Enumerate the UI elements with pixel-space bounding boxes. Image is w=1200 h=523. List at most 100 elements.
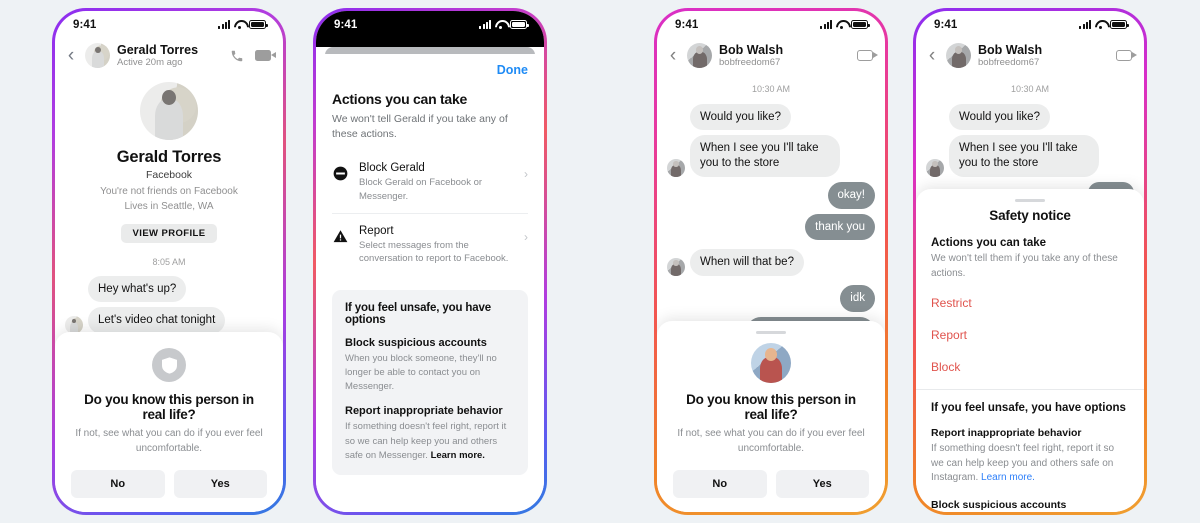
message-row: okay! [667, 181, 875, 209]
sheet-title: Safety notice [989, 208, 1071, 223]
video-camera-outline-icon[interactable] [857, 50, 878, 62]
status-bar-time: 9:41 [334, 18, 358, 31]
status-bar-filler [316, 38, 544, 47]
phone-frame-2: 9:41 Done Actions you can take We won't … [313, 8, 547, 515]
action-title: Report [359, 225, 394, 238]
contact-name: Bob Walsh [978, 43, 1043, 57]
message-bubble: Hey what's up? [88, 275, 187, 303]
section-intro: We won't tell them if you take any of th… [931, 253, 1118, 279]
battery-icon [510, 20, 529, 29]
message-row: Let's video chat tonight [65, 307, 273, 335]
avatar[interactable] [687, 43, 712, 69]
avatar[interactable] [946, 43, 971, 69]
wifi-icon [1095, 20, 1106, 29]
phone-frame-4: 9:41 ‹ Bob Walsh bobfreedom67 10:30 AM W… [913, 8, 1147, 515]
action-title: Block Gerald [359, 162, 425, 175]
action-row-block[interactable]: Block Gerald Block Gerald on Facebook or… [332, 151, 528, 215]
sheet-grabber[interactable] [756, 331, 786, 334]
no-button[interactable]: No [673, 470, 767, 498]
profile-location: Lives in Seattle, WA [124, 201, 214, 213]
view-profile-button[interactable]: VIEW PROFILE [120, 223, 218, 243]
chat-header-1: ‹ Gerald Torres Active 20m ago [55, 38, 283, 76]
contact-name: Bob Walsh [719, 43, 784, 57]
yes-button[interactable]: Yes [775, 470, 869, 498]
message-bubble: okay! [827, 181, 875, 209]
phone-screen-3: 9:41 ‹ Bob Walsh bobfreedom67 10:30 AM W… [657, 11, 885, 512]
modal-toolbar: Done [332, 54, 528, 79]
message-bubble: Would you like? [949, 103, 1050, 131]
message-bubble: thank you [805, 213, 875, 241]
report-action[interactable]: Report [931, 319, 1129, 351]
restrict-action[interactable]: Restrict [931, 287, 1129, 319]
phone-screen-4: 9:41 ‹ Bob Walsh bobfreedom67 10:30 AM W… [916, 11, 1144, 512]
phone-screen-1: 9:41 ‹ Gerald Torres Active 20m ago Gera… [55, 11, 283, 512]
phone-frame-3: 9:41 ‹ Bob Walsh bobfreedom67 10:30 AM W… [654, 8, 888, 515]
contact-status: Active 20m ago [117, 57, 183, 69]
learn-more-link[interactable]: Learn more. [981, 472, 1035, 483]
dimmed-chat-content-4: 9:41 ‹ Bob Walsh bobfreedom67 10:30 AM W… [916, 11, 1144, 217]
note-item-body: When you block someone, they'll no longe… [345, 352, 497, 393]
option-title: Report inappropriate behavior [931, 427, 1082, 439]
modal-intro: We won't tell Gerald if you take any of … [332, 113, 508, 141]
status-bar-indicators [1079, 20, 1129, 29]
sheet-title: Do you know this person in real life? [84, 392, 254, 422]
note-heading: If you feel unsafe, you have options [345, 301, 491, 326]
message-timestamp-3: 10:30 AM [751, 83, 791, 94]
safety-action-list: Restrict Report Block [931, 287, 1129, 383]
wifi-icon [495, 20, 506, 29]
message-row: When I see you I'll take you to the stor… [926, 135, 1134, 177]
profile-network: Facebook [145, 168, 193, 181]
signal-bars-icon [820, 20, 832, 29]
no-button[interactable]: No [71, 470, 165, 498]
message-bubble: Would you like? [690, 103, 791, 131]
sheet-grabber[interactable] [1015, 199, 1045, 202]
status-bar-4: 9:41 [916, 11, 1144, 38]
signal-bars-icon [479, 20, 491, 29]
learn-more-link[interactable]: Learn more. [431, 450, 485, 461]
phone-icon[interactable] [230, 49, 244, 63]
yes-button[interactable]: Yes [173, 470, 267, 498]
sheet-buttons: No Yes [673, 470, 869, 498]
status-bar-indicators [218, 20, 268, 29]
header-icons [857, 50, 878, 62]
note-item-title: Report inappropriate behavior [345, 405, 503, 418]
phone-frame-1: 9:41 ‹ Gerald Torres Active 20m ago Gera… [52, 8, 286, 515]
message-bubble: Let's video chat tonight [88, 307, 226, 335]
back-chevron-icon[interactable]: ‹ [925, 46, 939, 65]
profile-friend-status: You're not friends on Facebook [100, 185, 238, 197]
contact-username: bobfreedom67 [978, 57, 1040, 69]
message-row: thank you [667, 213, 875, 241]
back-chevron-icon[interactable]: ‹ [666, 46, 680, 65]
chat-title-block: Bob Walsh bobfreedom67 [978, 43, 1109, 69]
video-camera-outline-icon[interactable] [1116, 50, 1137, 62]
status-bar-indicators [479, 20, 529, 29]
done-button[interactable]: Done [497, 63, 528, 77]
chevron-right-icon: › [524, 167, 528, 182]
actions-modal: Done Actions you can take We won't tell … [316, 54, 544, 512]
profile-card-1: Gerald Torres Facebook You're not friend… [55, 76, 283, 243]
section-heading: Actions you can take [931, 237, 1047, 249]
avatar[interactable] [85, 43, 110, 69]
action-row-report[interactable]: Report Select messages from the conversa… [332, 214, 528, 276]
message-bubble: When I see you I'll take you to the stor… [690, 135, 840, 177]
battery-icon [1110, 20, 1129, 29]
profile-photo [751, 343, 791, 383]
block-action[interactable]: Block [931, 351, 1129, 383]
screenshot-canvas: 9:41 ‹ Gerald Torres Active 20m ago Gera… [0, 0, 1200, 523]
option-body: If something doesn't feel right, report … [931, 442, 1129, 486]
report-warning-icon [332, 225, 349, 244]
header-icons [1116, 50, 1137, 62]
wifi-icon [234, 20, 245, 29]
message-row: When will that be? [667, 249, 875, 277]
chevron-right-icon: › [524, 230, 528, 245]
sheet-subtitle: If not, see what you can do if you ever … [75, 428, 263, 454]
profile-photo [140, 81, 198, 140]
divider [916, 389, 1144, 390]
message-timestamp-4: 10:30 AM [1010, 83, 1050, 94]
back-chevron-icon[interactable]: ‹ [64, 46, 78, 65]
video-camera-icon[interactable] [255, 50, 276, 62]
chat-title-block: Gerald Torres Active 20m ago [117, 43, 223, 69]
modal-heading: Actions you can take [332, 91, 468, 107]
status-bar-indicators [820, 20, 870, 29]
wifi-icon [836, 20, 847, 29]
